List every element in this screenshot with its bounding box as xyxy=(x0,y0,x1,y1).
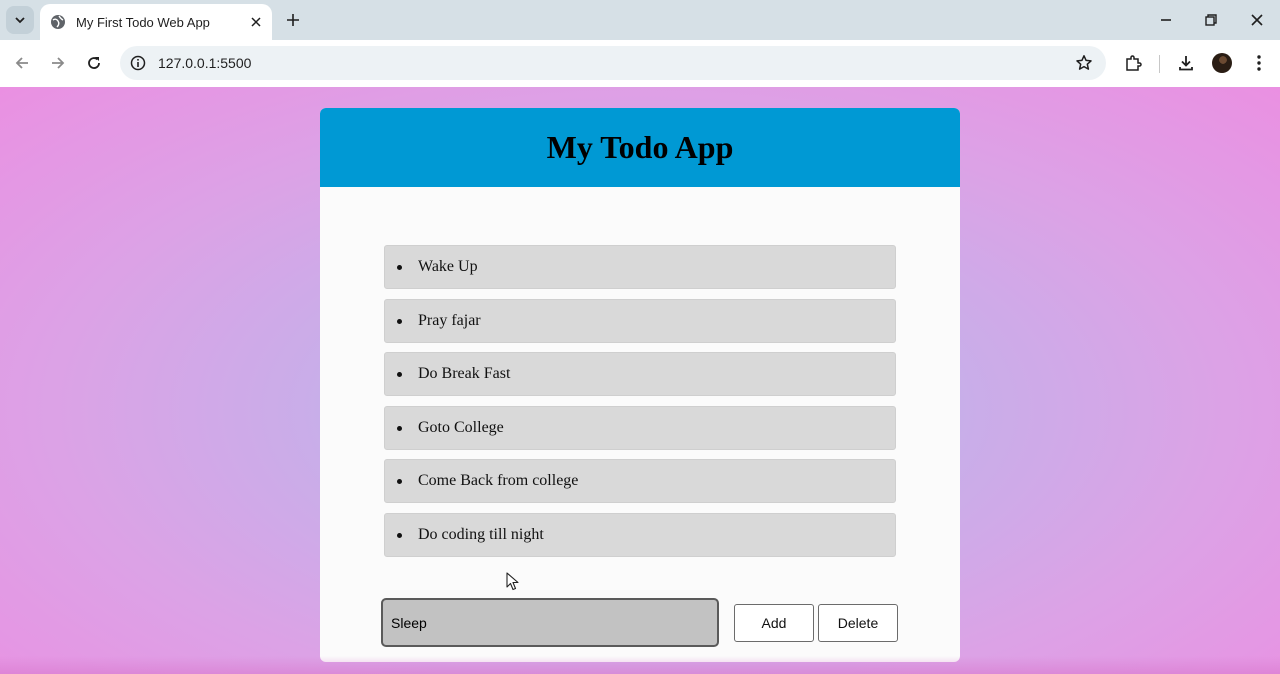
new-tab-icon[interactable] xyxy=(282,9,304,31)
bullet-icon xyxy=(397,479,402,485)
minimize-icon[interactable] xyxy=(1154,8,1178,32)
app-header: My Todo App xyxy=(320,108,960,187)
todo-text: Wake Up xyxy=(418,258,478,275)
todo-item[interactable]: Wake Up xyxy=(384,245,896,289)
tab-search-button[interactable] xyxy=(6,6,34,34)
window-close-icon[interactable] xyxy=(1245,8,1269,32)
bullet-icon xyxy=(397,532,402,538)
todo-item[interactable]: Come Back from college xyxy=(384,459,896,504)
extensions-icon[interactable] xyxy=(1121,51,1145,75)
browser-toolbar: 127.0.0.1:5500 xyxy=(0,40,1280,87)
restore-icon[interactable] xyxy=(1199,8,1223,32)
tab-title: My First Todo Web App xyxy=(76,14,210,30)
browser-tab[interactable]: My First Todo Web App xyxy=(40,4,272,40)
bookmark-star-icon[interactable] xyxy=(1074,53,1094,73)
globe-icon xyxy=(50,14,66,30)
chevron-down-icon xyxy=(15,17,25,24)
bullet-icon xyxy=(397,372,402,378)
address-bar[interactable]: 127.0.0.1:5500 xyxy=(120,46,1106,80)
profile-avatar[interactable] xyxy=(1212,53,1232,73)
bullet-icon xyxy=(397,265,402,270)
url-text: 127.0.0.1:5500 xyxy=(158,55,252,71)
todo-text: Do coding till night xyxy=(418,525,544,543)
bullet-icon xyxy=(397,425,402,431)
tab-strip: My First Todo Web App xyxy=(0,0,1280,40)
delete-button[interactable]: Delete xyxy=(818,604,898,642)
close-icon[interactable] xyxy=(246,12,266,32)
forward-icon[interactable] xyxy=(46,51,70,75)
add-button[interactable]: Add xyxy=(734,604,814,642)
todo-list: Wake Up Pray fajar Do Break Fast Goto Co… xyxy=(384,245,896,567)
reload-icon[interactable] xyxy=(82,51,106,75)
todo-text: Do Break Fast xyxy=(418,365,511,383)
todo-text: Come Back from college xyxy=(418,472,579,490)
todo-card: My Todo App Wake Up Pray fajar Do Break … xyxy=(320,108,960,662)
back-icon[interactable] xyxy=(10,51,34,75)
todo-item[interactable]: Do Break Fast xyxy=(384,352,896,397)
todo-item[interactable]: Goto College xyxy=(384,405,896,450)
task-input[interactable] xyxy=(381,598,719,647)
toolbar-separator xyxy=(1159,55,1160,73)
bullet-icon xyxy=(397,318,402,324)
menu-icon[interactable] xyxy=(1247,51,1271,75)
app-title: My Todo App xyxy=(546,129,734,165)
page-viewport: My Todo App Wake Up Pray fajar Do Break … xyxy=(0,87,1280,674)
todo-text: Pray fajar xyxy=(418,311,481,329)
mouse-cursor-icon xyxy=(506,572,519,591)
site-info-icon[interactable] xyxy=(128,53,148,73)
downloads-icon[interactable] xyxy=(1174,51,1198,75)
todo-item[interactable]: Pray fajar xyxy=(384,298,896,343)
todo-item[interactable]: Do coding till night xyxy=(384,512,896,557)
todo-text: Goto College xyxy=(418,418,504,436)
